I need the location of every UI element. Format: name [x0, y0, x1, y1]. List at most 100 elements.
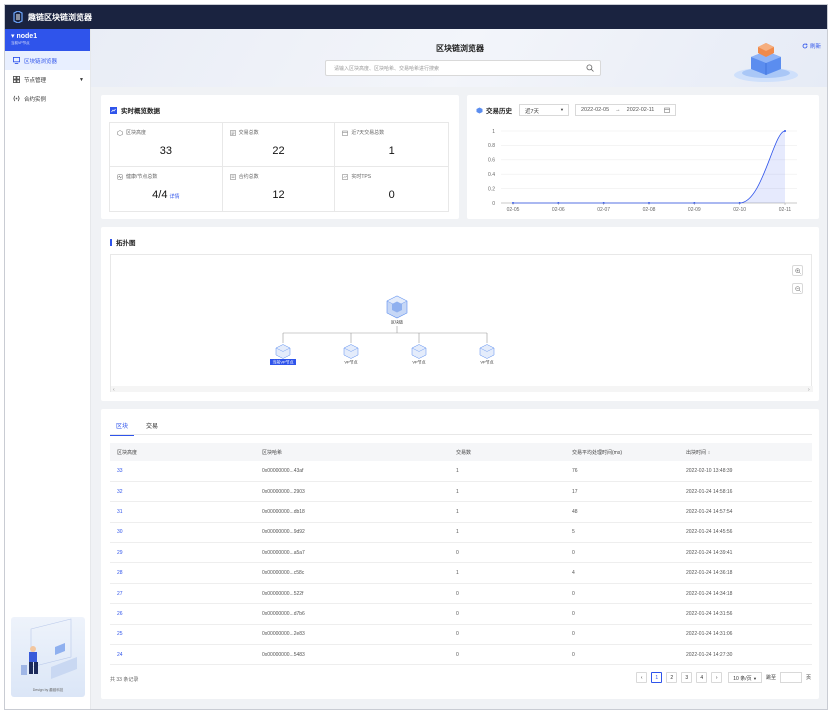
topology-node-current[interactable]: 当前VP节点	[270, 344, 296, 366]
y-tick-label: 0.2	[488, 186, 495, 192]
block-height-link[interactable]: 32	[110, 481, 255, 503]
app-window: 趣链区块链浏览器 ▾ node1 当前VP节点 区块链浏览器 节点管理 ▼ 合约…	[4, 4, 828, 710]
sidebar-illustration: Design by 趣链科技	[11, 617, 85, 697]
sidebar-item-contracts[interactable]: 合约实例	[5, 89, 90, 108]
cube-icon	[476, 107, 483, 113]
stat-label: 合约总数	[238, 174, 259, 180]
block-height-link[interactable]: 25	[110, 624, 255, 646]
refresh-button[interactable]: 刷新	[802, 42, 821, 50]
table-cell: 1	[449, 501, 565, 523]
column-header: 区块哈希	[255, 443, 449, 461]
column-header: 区块高度	[110, 443, 255, 461]
table-cell: 2022-01-24 14:34:18	[679, 583, 812, 605]
y-tick-label: 0.4	[488, 172, 495, 178]
sidebar-item-explorer[interactable]: 区块链浏览器	[5, 51, 90, 70]
block-height-link[interactable]: 26	[110, 603, 255, 625]
search-input[interactable]: 请输入区块高度、区块哈希、交易哈希进行搜索	[325, 60, 601, 76]
table-row[interactable]: 26 0x00000000...d7b6 0 0 2022-01-24 14:31:56	[110, 603, 812, 625]
stat-tx-total: 交易总数 22	[222, 123, 336, 167]
document-icon	[229, 129, 236, 136]
column-header-sortable[interactable]: 出块时间 ⇕	[679, 443, 812, 461]
block-height-link[interactable]: 28	[110, 562, 255, 584]
chevron-down-icon: ▼	[79, 76, 84, 83]
stat-label: 健康/节点总数	[126, 174, 158, 180]
page-size-select[interactable]: 10 条/页 ▼	[728, 672, 762, 683]
series-area	[513, 131, 785, 203]
table-cell: 0x00000000...a5a7	[255, 542, 449, 564]
block-height-link[interactable]: 27	[110, 583, 255, 605]
block-height-link[interactable]: 31	[110, 501, 255, 523]
table-row[interactable]: 32 0x00000000...2903 1 17 2022-01-24 14:58:1…	[110, 481, 812, 503]
horizontal-scrollbar[interactable]: ‹ ›	[111, 386, 813, 393]
root-chain-node[interactable]: 区块链	[386, 295, 408, 325]
sidebar-item-node-management[interactable]: 节点管理 ▼	[5, 70, 90, 89]
next-page-button[interactable]: ›	[711, 672, 723, 683]
table-cell: 1	[449, 461, 565, 482]
table-cell: 0	[449, 542, 565, 564]
details-link[interactable]: 详情	[169, 194, 179, 200]
person-laptop-illustration	[21, 618, 77, 679]
block-height-link[interactable]: 30	[110, 522, 255, 544]
table-cell: 0x00000000...43af	[255, 461, 449, 482]
table-row[interactable]: 27 0x00000000...522f 0 0 2022-01-24 14:34:18	[110, 583, 812, 605]
topology-node[interactable]: VP节点	[479, 344, 495, 365]
search-icon[interactable]	[586, 64, 594, 72]
table-cell: 0	[565, 624, 679, 646]
table-row[interactable]: 30 0x00000000...9d92 1 5 2022-01-24 14:45:56	[110, 522, 812, 544]
prev-page-button[interactable]: ‹	[636, 672, 648, 683]
date-range-picker[interactable]: 2022-02-05 → 2022-02-11	[575, 104, 677, 116]
date-to[interactable]: 2022-02-11	[627, 107, 655, 113]
page-button[interactable]: 3	[681, 672, 693, 683]
column-header: 交易数	[449, 443, 565, 461]
topology-node[interactable]: VP节点	[411, 344, 427, 365]
table-row[interactable]: 31 0x00000000...db18 1 48 2022-01-24 14:57:5…	[110, 501, 812, 523]
refresh-icon	[802, 43, 808, 49]
hero-banner: 区块链浏览器 请输入区块高度、区块哈希、交易哈希进行搜索 刷新	[91, 29, 827, 87]
sort-icon[interactable]: ⇕	[707, 450, 710, 455]
block-height-link[interactable]: 24	[110, 644, 255, 666]
stat-value: 1	[388, 145, 395, 157]
node-selector[interactable]: ▾ node1 当前VP节点	[5, 29, 90, 51]
page-unit-label: 页	[805, 675, 811, 681]
table-cell: 2022-01-24 14:57:54	[679, 501, 812, 523]
table-row[interactable]: 24 0x00000000...5483 0 0 2022-01-24 14:27:30	[110, 644, 812, 666]
topology-title: 拓扑图	[110, 237, 136, 247]
period-select[interactable]: 近7天 ▼	[519, 104, 569, 116]
topology-canvas[interactable]: 区块链 当前VP节点 VP节点 VP节点 VP节点 ‹ ›	[110, 254, 813, 393]
x-tick-label: 02-07	[597, 207, 610, 213]
stat-tps: 实时TPS 0	[335, 167, 448, 211]
topology-graph: 区块链 当前VP节点 VP节点 VP节点 VP节点 ‹ ›	[111, 295, 813, 393]
date-from[interactable]: 2022-02-05	[581, 107, 609, 113]
table-cell: 2022-01-24 14:31:56	[679, 603, 812, 625]
top-bar: 趣链区块链浏览器	[5, 5, 827, 29]
table-cell: 0	[565, 583, 679, 605]
table-row[interactable]: 33 0x00000000...43af 1 76 2022-02-10 13:48:3…	[110, 461, 812, 482]
stat-value: 33	[159, 145, 172, 157]
main-content: 区块链浏览器 请输入区块高度、区块哈希、交易哈希进行搜索 刷新 实时概览数据 区…	[91, 29, 827, 709]
page-button[interactable]: 4	[696, 672, 708, 683]
overview-card: 实时概览数据 区块高度 33 交易总数 22 近7天交易总数 1 健康/节点总数…	[101, 95, 459, 219]
table-row[interactable]: 29 0x00000000...a5a7 0 0 2022-01-24 14:39:41	[110, 542, 812, 564]
node-icon	[13, 76, 20, 83]
block-height-link[interactable]: 29	[110, 542, 255, 564]
x-tick-label: 02-11	[779, 207, 792, 213]
topology-node[interactable]: VP节点	[343, 344, 359, 365]
blocks-table: 区块高度 区块哈希 交易数 交易平均处理时间(ms) 出块时间 ⇕ 33 0x00…	[110, 443, 812, 666]
pagination: ‹ 1 2 3 4 › 10 条/页 ▼ 跳至 页	[632, 672, 811, 683]
page-button[interactable]: 2	[666, 672, 678, 683]
table-cell: 48	[565, 501, 679, 523]
table-row[interactable]: 25 0x00000000...2e83 0 0 2022-01-24 14:31:06	[110, 624, 812, 646]
table-cell: 76	[565, 461, 679, 482]
table-row[interactable]: 28 0x00000000...c58c 1 4 2022-01-24 14:36:18	[110, 562, 812, 584]
jump-page-input[interactable]	[779, 672, 802, 683]
page-button[interactable]: 1	[651, 672, 663, 683]
overview-icon	[110, 106, 117, 114]
tab-divider	[110, 434, 812, 435]
block-height-link[interactable]: 33	[110, 461, 255, 482]
table-cell: 4	[565, 562, 679, 584]
node-label: 当前VP节点	[272, 359, 293, 365]
table-cell: 0	[449, 583, 565, 605]
cube-icon	[117, 129, 123, 136]
history-title: 交易历史	[476, 105, 512, 115]
app-title: 趣链区块链浏览器	[28, 12, 92, 22]
